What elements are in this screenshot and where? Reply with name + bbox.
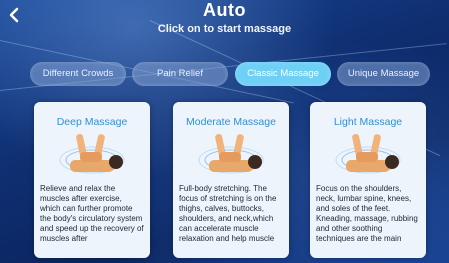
- massage-card-moderate[interactable]: Moderate Massage Full-body stretching. T…: [173, 102, 289, 258]
- card-description: Focus on the shoulders, neck, lumbar spi…: [316, 184, 418, 243]
- tab-classic-massage[interactable]: Classic Massage: [235, 62, 331, 86]
- card-description: Full-body stretching. The focus of stret…: [179, 184, 277, 243]
- category-tabs: Different Crowds Pain Relief Classic Mas…: [30, 62, 430, 86]
- massage-card-light[interactable]: Light Massage Focus on the shoulders, ne…: [310, 102, 426, 258]
- card-title: Light Massage: [333, 116, 403, 128]
- tab-pain-relief[interactable]: Pain Relief: [132, 62, 228, 86]
- page-subtitle: Click on to start massage: [157, 23, 292, 35]
- back-massage-illustration-icon: [335, 133, 401, 174]
- card-title: Moderate Massage: [186, 116, 276, 128]
- tab-different-crowds[interactable]: Different Crowds: [30, 62, 126, 86]
- back-massage-illustration-icon: [59, 133, 125, 174]
- back-massage-illustration-icon: [198, 133, 264, 174]
- page-title: Auto: [203, 0, 246, 20]
- massage-card-deep[interactable]: Deep Massage Relieve and relax the muscl…: [34, 102, 150, 258]
- card-description: Relieve and relax the muscles after exer…: [40, 184, 144, 243]
- tab-unique-massage[interactable]: Unique Massage: [337, 62, 430, 86]
- card-title: Deep Massage: [56, 116, 128, 128]
